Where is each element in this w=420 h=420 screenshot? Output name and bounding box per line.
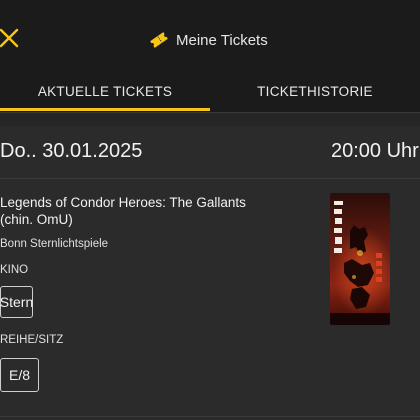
card-divider [0, 178, 420, 179]
movie-title: Legends of Condor Heroes: The Gallants (… [0, 195, 246, 227]
ticket-date: Do.. 30.01.2025 [0, 140, 143, 162]
active-tab-indicator [0, 108, 210, 111]
kino-value-box: Stern [0, 286, 33, 318]
close-button[interactable] [0, 26, 20, 50]
tab-bar: AKTUELLE TICKETS TICKETHISTORIE [0, 70, 420, 112]
tab-current-tickets[interactable]: AKTUELLE TICKETS [0, 70, 210, 112]
cinema-name: Bonn Sternlichtspiele [0, 238, 109, 250]
seat-value-box: E/8 [0, 358, 39, 392]
poster-artwork [330, 193, 390, 325]
movie-poster-image[interactable] [330, 193, 390, 325]
tab-ticket-history[interactable]: TICKETHISTORIE [210, 70, 420, 112]
close-icon [0, 28, 19, 48]
seat-label: REIHE/SITZ [0, 334, 64, 346]
page-title-group: Meine Tickets [148, 28, 268, 52]
divider [0, 112, 420, 113]
kino-label: KINO [0, 264, 29, 276]
card-bottom-divider [0, 416, 420, 417]
page-title: Meine Tickets [176, 31, 268, 49]
ticket-icon [150, 32, 168, 48]
ticket-time: 20:00 Uhr [331, 140, 419, 162]
